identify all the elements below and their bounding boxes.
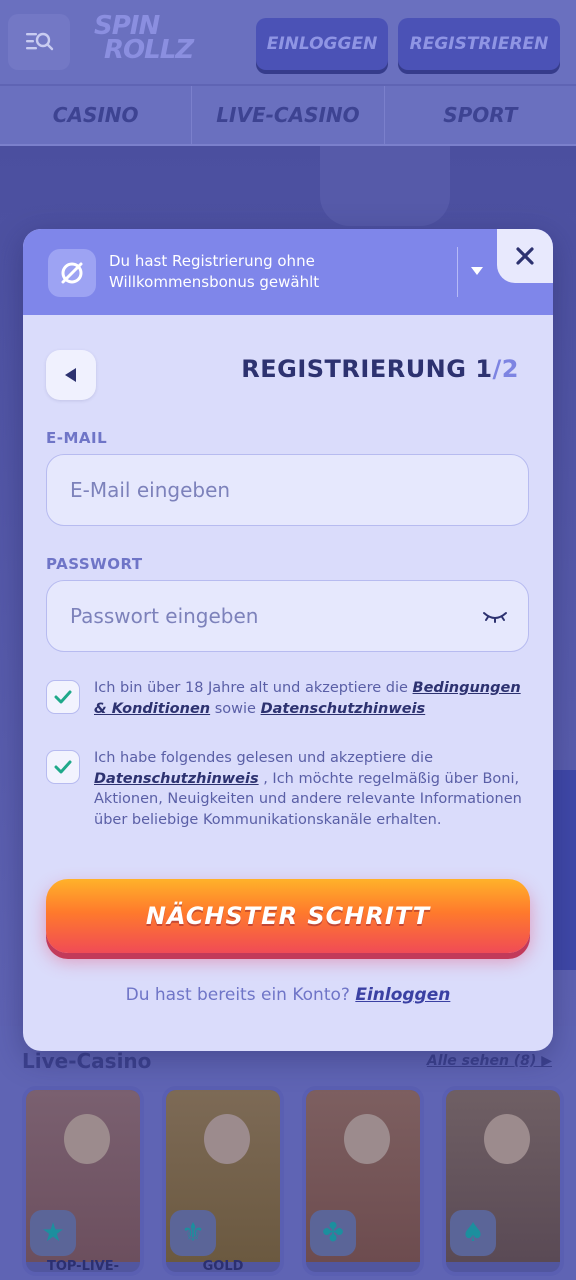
bonus-notice-bar[interactable]: Du hast Registrierung ohne Willkommensbo…: [23, 229, 553, 315]
spade-icon: ♠: [450, 1210, 496, 1256]
clover-icon: ✤: [310, 1210, 356, 1256]
have-account-line: Du hast bereits ein Konto? Einloggen: [23, 985, 553, 1005]
password-label: PASSWORT: [46, 555, 143, 573]
game-name: GOLD: [202, 1259, 244, 1274]
close-button[interactable]: [497, 229, 553, 283]
close-icon: [516, 247, 534, 265]
game-name: TOP-LIVE-: [46, 1259, 120, 1274]
registration-title-main: REGISTRIERUNG 1: [241, 355, 493, 383]
marketing-text-before: Ich habe folgendes gelesen und akzeptier…: [94, 750, 433, 766]
dealer-image: [344, 1114, 390, 1164]
fleur-de-lis-icon: ⚜: [170, 1210, 216, 1256]
terms-text-before: Ich bin über 18 Jahre alt und akzeptiere…: [94, 680, 413, 696]
menu-search-icon: [26, 32, 54, 51]
top-bar: SPIN ROLLZ EINLOGGEN REGISTRIEREN: [0, 0, 576, 84]
terms-checkbox[interactable]: [46, 680, 80, 714]
dealer-image: [484, 1114, 530, 1164]
bonus-notice-text: Du hast Registrierung ohne Willkommensbo…: [109, 252, 320, 291]
header-register-button[interactable]: REGISTRIEREN: [398, 18, 560, 70]
marketing-privacy-link[interactable]: Datenschutzhinweis: [94, 771, 259, 787]
email-field-wrapper: [46, 454, 529, 526]
terms-text: Ich bin über 18 Jahre alt und akzeptiere…: [94, 678, 536, 719]
live-casino-games: ★ TOP-LIVE- ⚜ GOLD ✤ ♠: [22, 1086, 576, 1280]
marketing-text: Ich habe folgendes gelesen und akzeptier…: [94, 748, 536, 830]
game-card[interactable]: ✤: [302, 1086, 424, 1276]
dealer-image: [204, 1114, 250, 1164]
login-link[interactable]: Einloggen: [355, 985, 450, 1005]
game-card[interactable]: ★ TOP-LIVE-: [22, 1086, 144, 1276]
password-input[interactable]: [47, 581, 528, 651]
logo-line-2: ROLLZ: [104, 35, 194, 65]
back-button[interactable]: [46, 350, 96, 400]
privacy-notice-link[interactable]: Datenschutzhinweis: [261, 701, 426, 717]
no-bonus-icon: [48, 249, 96, 297]
hero-decoration: [320, 146, 450, 226]
tab-casino[interactable]: CASINO: [0, 86, 193, 144]
game-card[interactable]: ⚜ GOLD: [162, 1086, 284, 1276]
password-field-wrapper: [46, 580, 529, 652]
marketing-checkbox[interactable]: [46, 750, 80, 784]
registration-title-step: /2: [492, 355, 519, 383]
tab-sport[interactable]: SPORT: [385, 86, 576, 144]
checkmark-icon: [54, 690, 72, 704]
terms-text-mid: sowie: [210, 700, 261, 717]
menu-search-button[interactable]: [8, 14, 70, 70]
live-casino-title: Live-Casino: [22, 1049, 152, 1073]
star-icon: ★: [30, 1210, 76, 1256]
spinrollz-logo[interactable]: SPIN ROLLZ: [94, 13, 194, 70]
eye-closed-icon[interactable]: [482, 607, 508, 627]
email-label: E-MAIL: [46, 429, 108, 447]
header-login-button[interactable]: EINLOGGEN: [256, 18, 388, 70]
game-card[interactable]: ♠: [442, 1086, 564, 1276]
registration-modal: Du hast Registrierung ohne Willkommensbo…: [23, 229, 553, 1051]
back-arrow-icon: [65, 368, 76, 382]
see-all-link[interactable]: Alle sehen (8) ▶: [427, 1053, 552, 1069]
checkmark-icon: [54, 760, 72, 774]
registration-title: REGISTRIERUNG 1/2: [223, 355, 519, 383]
email-input[interactable]: [47, 455, 528, 525]
dealer-image: [64, 1114, 110, 1164]
have-account-text: Du hast bereits ein Konto?: [125, 985, 356, 1005]
notice-divider: [457, 247, 458, 297]
main-nav-tabs: CASINO LIVE-CASINO SPORT: [0, 86, 576, 146]
chevron-down-icon[interactable]: [467, 261, 487, 281]
tab-live-casino[interactable]: LIVE-CASINO: [192, 86, 385, 144]
next-step-button[interactable]: NÄCHSTER SCHRITT: [46, 879, 530, 953]
